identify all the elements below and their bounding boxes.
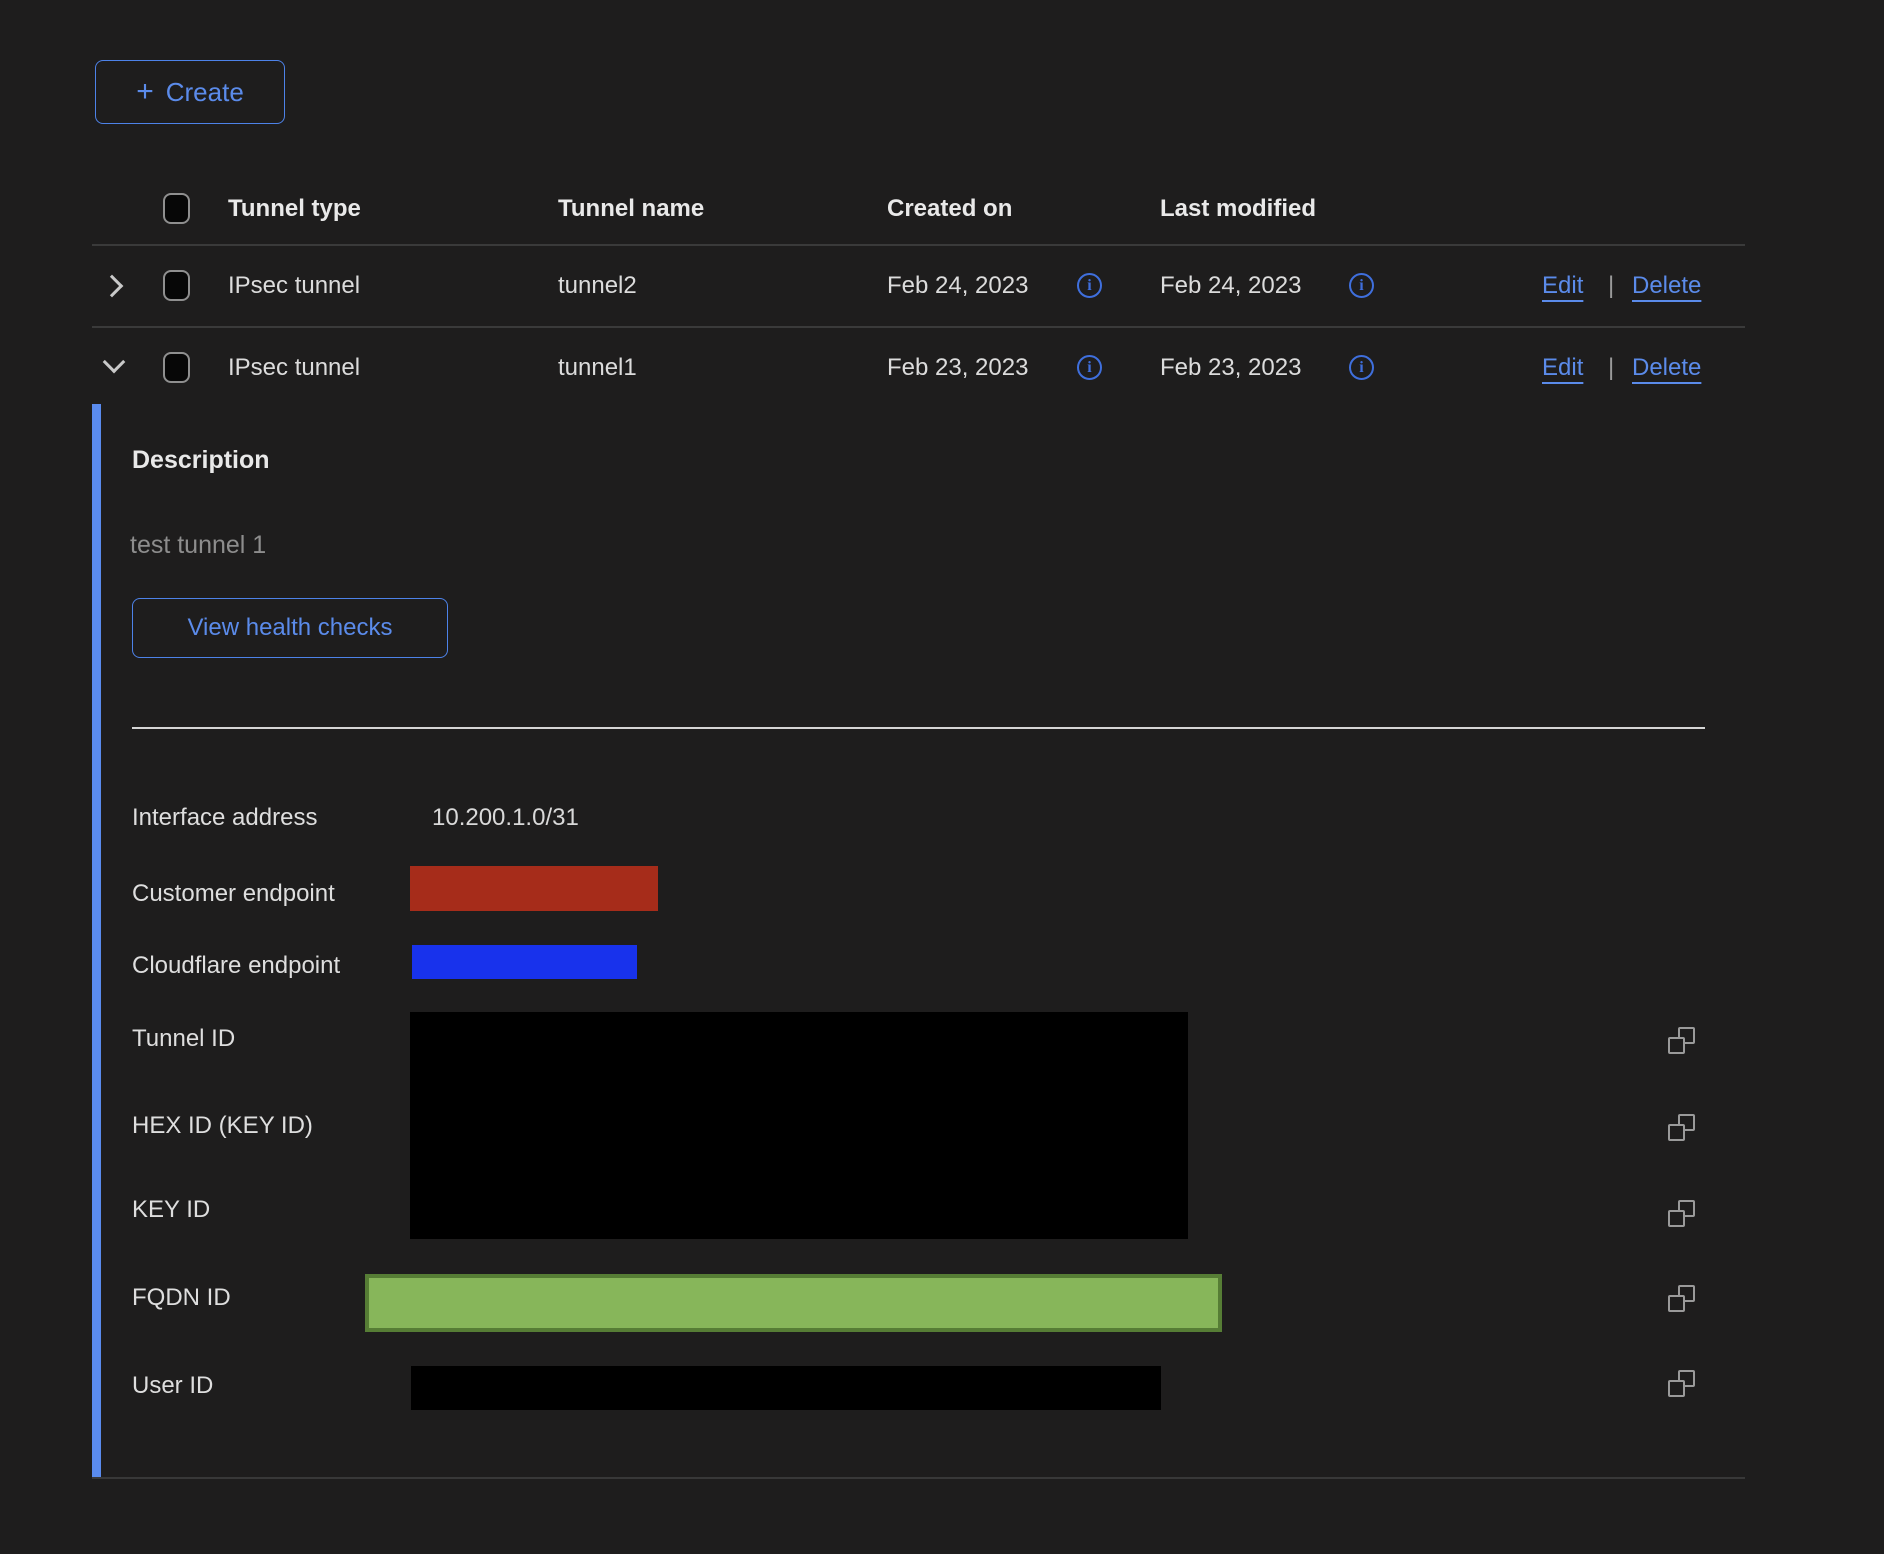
- panel-bottom-divider: [92, 1477, 1745, 1479]
- last-modified-cell: Feb 23, 2023: [1160, 353, 1301, 383]
- info-glyph: i: [1359, 277, 1363, 295]
- info-icon[interactable]: i: [1349, 355, 1374, 380]
- link-separator: |: [1608, 271, 1614, 301]
- expanded-row-accent-bar: [92, 404, 101, 1478]
- copy-tunnel-id-icon[interactable]: [1668, 1027, 1695, 1054]
- delete-link[interactable]: Delete: [1632, 353, 1701, 383]
- row-checkbox[interactable]: [163, 352, 190, 383]
- user-id-label: User ID: [132, 1371, 213, 1401]
- info-icon[interactable]: i: [1349, 273, 1374, 298]
- description-label: Description: [132, 446, 270, 475]
- interface-address-label: Interface address: [132, 803, 317, 833]
- tunnel-type-cell: IPsec tunnel: [228, 271, 360, 301]
- delete-link[interactable]: Delete: [1632, 271, 1701, 301]
- created-on-cell: Feb 24, 2023: [887, 271, 1028, 301]
- tunnel-name-cell: tunnel1: [558, 353, 637, 383]
- column-header-tunnel-type: Tunnel type: [228, 194, 361, 224]
- select-all-checkbox[interactable]: [163, 193, 190, 224]
- create-button[interactable]: + Create: [95, 60, 285, 124]
- column-header-tunnel-name: Tunnel name: [558, 194, 704, 224]
- edit-link[interactable]: Edit: [1542, 353, 1583, 383]
- header-divider: [92, 244, 1745, 246]
- copy-user-id-icon[interactable]: [1668, 1370, 1695, 1397]
- cloudflare-endpoint-label: Cloudflare endpoint: [132, 951, 340, 981]
- column-header-created-on: Created on: [887, 194, 1012, 224]
- view-health-checks-button[interactable]: View health checks: [132, 598, 448, 658]
- link-separator: |: [1608, 353, 1614, 383]
- copy-icon-front: [1668, 1037, 1685, 1054]
- hex-id-label: HEX ID (KEY ID): [132, 1111, 313, 1141]
- copy-fqdn-id-icon[interactable]: [1668, 1285, 1695, 1312]
- ids-redaction: [410, 1012, 1188, 1239]
- fqdn-id-label: FQDN ID: [132, 1283, 231, 1313]
- copy-icon-front: [1668, 1380, 1685, 1397]
- tunnels-page: + Create Tunnel type Tunnel name Created…: [0, 0, 1884, 1554]
- row-checkbox[interactable]: [163, 270, 190, 301]
- user-id-redaction: [411, 1366, 1161, 1410]
- info-icon[interactable]: i: [1077, 355, 1102, 380]
- info-glyph: i: [1087, 359, 1091, 377]
- info-icon[interactable]: i: [1077, 273, 1102, 298]
- tunnel-id-label: Tunnel ID: [132, 1024, 235, 1054]
- section-divider: [132, 727, 1705, 729]
- copy-icon-front: [1668, 1210, 1685, 1227]
- create-button-label: Create: [166, 77, 244, 108]
- tunnel-type-cell: IPsec tunnel: [228, 353, 360, 383]
- copy-icon-front: [1668, 1295, 1685, 1312]
- last-modified-cell: Feb 24, 2023: [1160, 271, 1301, 301]
- edit-link[interactable]: Edit: [1542, 271, 1583, 301]
- row-divider: [92, 326, 1745, 328]
- tunnel-name-cell: tunnel2: [558, 271, 637, 301]
- copy-key-id-icon[interactable]: [1668, 1200, 1695, 1227]
- customer-endpoint-redaction: [410, 866, 658, 911]
- copy-icon-front: [1668, 1124, 1685, 1141]
- column-header-last-modified: Last modified: [1160, 194, 1316, 224]
- plus-icon: +: [136, 77, 154, 107]
- info-glyph: i: [1359, 359, 1363, 377]
- copy-hex-id-icon[interactable]: [1668, 1114, 1695, 1141]
- description-value: test tunnel 1: [130, 531, 266, 560]
- fqdn-id-redaction: [365, 1274, 1222, 1332]
- chevron-down-icon[interactable]: [103, 351, 126, 374]
- chevron-right-icon[interactable]: [101, 275, 124, 298]
- cloudflare-endpoint-redaction: [412, 945, 637, 979]
- key-id-label: KEY ID: [132, 1195, 210, 1225]
- info-glyph: i: [1087, 277, 1091, 295]
- customer-endpoint-label: Customer endpoint: [132, 879, 335, 909]
- created-on-cell: Feb 23, 2023: [887, 353, 1028, 383]
- interface-address-value: 10.200.1.0/31: [432, 803, 579, 833]
